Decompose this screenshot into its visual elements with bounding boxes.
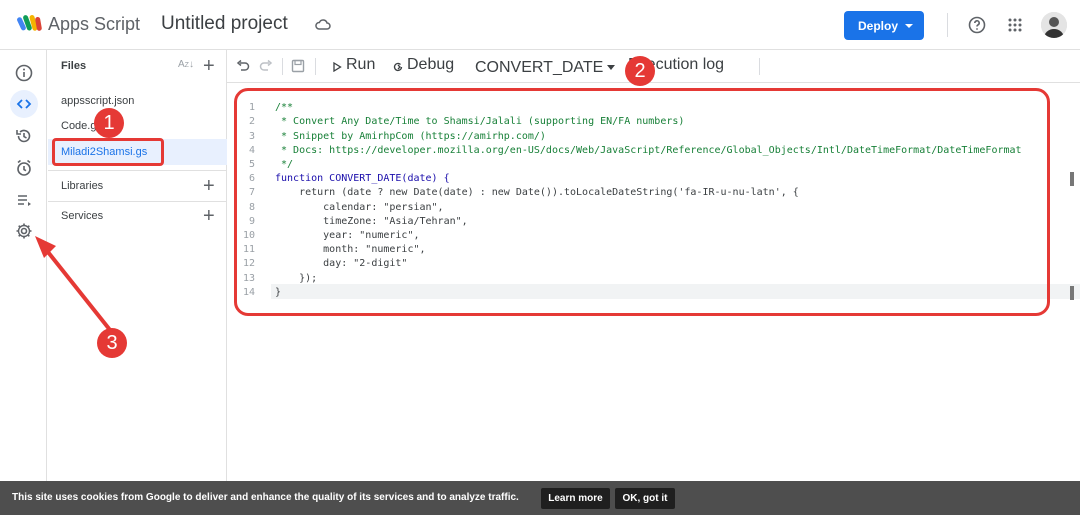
undo-icon[interactable]: [236, 59, 250, 73]
triggers-icon[interactable]: [10, 154, 38, 182]
header-divider: [947, 13, 948, 37]
files-panel: Files AZ↓ + appsscript.json Code.gs Mila…: [48, 50, 227, 481]
overview-icon[interactable]: [10, 59, 38, 87]
redo-icon[interactable]: [259, 59, 273, 73]
add-file-button[interactable]: +: [203, 56, 215, 76]
chevron-down-icon: [905, 24, 913, 28]
ok-got-it-button[interactable]: OK, got it: [615, 488, 675, 509]
google-apps-icon[interactable]: [1008, 18, 1022, 32]
help-icon[interactable]: [968, 16, 986, 34]
toolbar-divider: [282, 58, 283, 75]
libraries-label: Libraries: [61, 180, 104, 192]
executions-icon[interactable]: [10, 186, 38, 214]
annotation-badge-2: 2: [625, 56, 655, 86]
project-title[interactable]: Untitled project: [161, 13, 288, 35]
app-name: Apps Script: [48, 14, 141, 34]
sort-az-icon[interactable]: AZ↓: [178, 59, 194, 70]
app-header: Apps Script Untitled project Deploy: [0, 0, 1080, 50]
cookie-banner: This site uses cookies from Google to de…: [0, 481, 1080, 515]
deploy-button-label: Deploy: [858, 18, 899, 33]
toolbar-divider: [315, 58, 316, 75]
debug-icon: [393, 62, 403, 72]
annotation-badge-3: 3: [97, 328, 127, 358]
annotation-badge-1: 1: [94, 108, 124, 138]
play-icon: [333, 62, 342, 72]
file-item-appsscript-json[interactable]: appsscript.json: [48, 88, 227, 114]
save-icon[interactable]: [291, 59, 305, 73]
scrollbar-marker[interactable]: [1070, 172, 1074, 186]
section-divider: [48, 170, 227, 171]
cloud-saved-icon: [315, 19, 331, 30]
settings-icon[interactable]: [10, 217, 38, 245]
file-item-code-gs[interactable]: Code.gs: [48, 113, 227, 139]
debug-label: Debug: [407, 56, 455, 73]
annotation-code-highlight: [234, 88, 1050, 316]
add-service-button[interactable]: +: [203, 206, 215, 226]
add-library-button[interactable]: +: [203, 176, 215, 196]
files-title: Files: [61, 60, 87, 72]
editor-icon[interactable]: [10, 90, 38, 118]
left-nav-rail: [0, 50, 47, 481]
chevron-down-icon: [607, 65, 616, 71]
avatar[interactable]: [1041, 12, 1067, 38]
run-label: Run: [346, 56, 376, 73]
scrollbar-marker[interactable]: [1070, 286, 1074, 300]
services-label: Services: [61, 210, 104, 222]
avatar-image: [1041, 12, 1067, 38]
function-select[interactable]: CONVERT_DATE: [475, 59, 616, 77]
toolbar-divider: [759, 58, 760, 75]
function-select-value: CONVERT_DATE: [475, 59, 604, 76]
section-divider: [48, 201, 227, 202]
deploy-button[interactable]: Deploy: [844, 11, 924, 40]
triggers-history-icon[interactable]: [10, 122, 38, 150]
apps-script-logo-icon[interactable]: [17, 13, 43, 37]
annotation-file-highlight: [52, 138, 164, 166]
cookie-text: This site uses cookies from Google to de…: [12, 492, 519, 503]
learn-more-button[interactable]: Learn more: [541, 488, 610, 509]
